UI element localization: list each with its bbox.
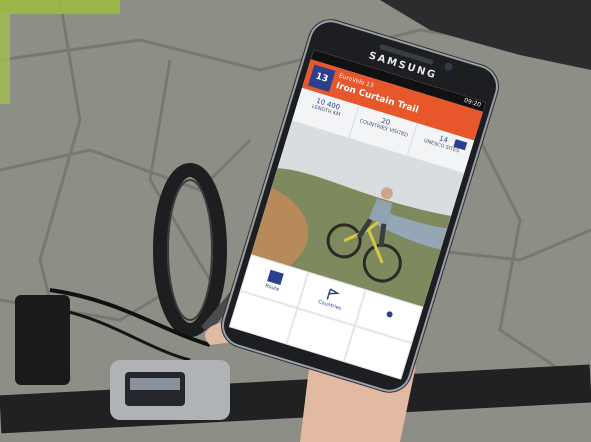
location-pin-icon bbox=[386, 311, 393, 318]
route-icon bbox=[266, 269, 284, 286]
flag-icon bbox=[326, 288, 340, 300]
phone-mount bbox=[15, 295, 70, 385]
eurovelo-badge: 13 bbox=[307, 64, 336, 92]
photo-scene: SAMSUNG 09:20 13 EuroVelo 13 Iron Curtai… bbox=[0, 0, 591, 442]
green-glare bbox=[0, 0, 120, 14]
